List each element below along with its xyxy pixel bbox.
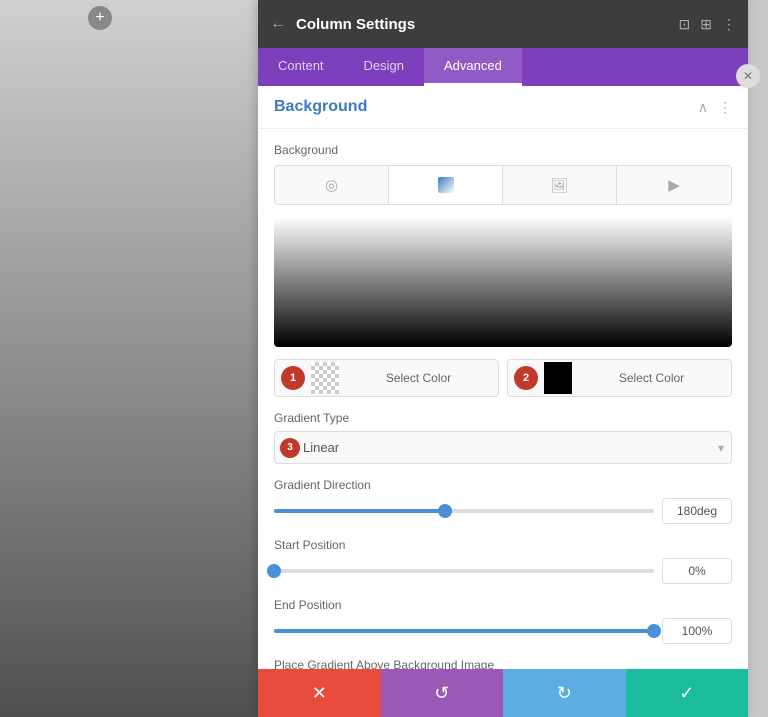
bg-tab-gradient[interactable]: [389, 166, 503, 204]
redo-button[interactable]: ↻: [503, 669, 626, 717]
cancel-icon: ✕: [312, 683, 327, 704]
end-position-input[interactable]: [662, 618, 732, 644]
bg-tab-image[interactable]: 🖼: [503, 166, 617, 204]
bottom-toolbar: ✕ ↺ ↻ ✓: [258, 669, 748, 717]
panel-content: Background ∧ ⋮ Background ◎: [258, 86, 748, 669]
columns-icon[interactable]: ⊞: [700, 16, 712, 33]
gradient-direction-slider[interactable]: [274, 501, 654, 521]
tabs-bar: Content Design Advanced: [258, 48, 748, 86]
tab-advanced[interactable]: Advanced: [424, 48, 522, 86]
section-header: Background ∧ ⋮: [258, 86, 748, 129]
gradient-type-select-wrap: 3 Linear Radial ▾: [274, 431, 732, 464]
menu-icon[interactable]: ⋮: [722, 16, 736, 33]
start-position-input[interactable]: [662, 558, 732, 584]
color-stops: 1 Select Color 2 Select Color: [274, 359, 732, 397]
start-position-row: Start Position: [274, 538, 732, 584]
stop-2-number: 2: [514, 366, 538, 390]
panel-header: ← Column Settings ⊡ ⊞ ⋮: [258, 0, 748, 48]
gradient-direction-label: Gradient Direction: [274, 478, 732, 492]
fullscreen-icon[interactable]: ⊡: [679, 16, 691, 33]
panel-close-button[interactable]: ✕: [736, 64, 760, 88]
redo-icon: ↻: [557, 683, 572, 704]
header-icons: ⊡ ⊞ ⋮: [679, 16, 736, 33]
end-position-label: End Position: [274, 598, 732, 612]
background-type-tabs: ◎: [274, 165, 732, 205]
add-button[interactable]: +: [88, 6, 112, 30]
place-gradient-row: Place Gradient Above Background Image 4 …: [274, 658, 732, 669]
start-position-field: [274, 558, 732, 584]
place-gradient-label: Place Gradient Above Background Image: [274, 658, 732, 669]
plus-icon: +: [95, 10, 104, 26]
color-stop-2[interactable]: 2 Select Color: [507, 359, 732, 397]
stop-1-number: 1: [281, 366, 305, 390]
section-header-icons: ∧ ⋮: [698, 99, 732, 116]
collapse-icon[interactable]: ∧: [698, 99, 708, 116]
gradient-type-label: Gradient Type: [274, 411, 732, 425]
end-position-row: End Position: [274, 598, 732, 644]
color-icon: ◎: [325, 176, 338, 194]
panel-title: Column Settings: [296, 16, 679, 33]
undo-icon: ↺: [434, 683, 449, 704]
start-position-slider[interactable]: [274, 561, 654, 581]
color-stop-1[interactable]: 1 Select Color: [274, 359, 499, 397]
gradient-direction-row: Gradient Direction: [274, 478, 732, 524]
stop-1-swatch: [311, 362, 339, 394]
image-icon: 🖼: [551, 177, 569, 194]
column-settings-panel: ← Column Settings ⊡ ⊞ ⋮ Content Design A…: [258, 0, 748, 717]
bg-tab-color[interactable]: ◎: [275, 166, 389, 204]
gradient-icon: [437, 176, 455, 194]
save-button[interactable]: ✓: [626, 669, 749, 717]
stop-2-swatch: [544, 362, 572, 394]
background-field-label: Background: [274, 143, 732, 157]
section-menu-icon[interactable]: ⋮: [718, 99, 732, 116]
end-position-field: [274, 618, 732, 644]
cancel-button[interactable]: ✕: [258, 669, 381, 717]
save-icon: ✓: [679, 683, 694, 704]
section-title: Background: [274, 98, 367, 116]
video-icon: ▶: [668, 176, 680, 194]
gradient-direction-field: [274, 498, 732, 524]
gradient-direction-input[interactable]: [662, 498, 732, 524]
gradient-type-row: Gradient Type 3 Linear Radial ▾: [274, 411, 732, 464]
end-position-slider[interactable]: [274, 621, 654, 641]
gradient-preview: [274, 217, 732, 347]
stop-2-label: Select Color: [572, 371, 731, 385]
bg-tab-video[interactable]: ▶: [617, 166, 731, 204]
stop-1-label: Select Color: [339, 371, 498, 385]
undo-button[interactable]: ↺: [381, 669, 504, 717]
start-position-label: Start Position: [274, 538, 732, 552]
back-icon[interactable]: ←: [270, 15, 286, 33]
step-3-circle: 3: [280, 438, 300, 458]
section-body: Background ◎: [258, 129, 748, 669]
tab-design[interactable]: Design: [344, 48, 424, 86]
tab-content[interactable]: Content: [258, 48, 344, 86]
page-background: [0, 0, 260, 717]
gradient-type-select[interactable]: Linear Radial: [274, 431, 732, 464]
background-section: Background ∧ ⋮ Background ◎: [258, 86, 748, 669]
